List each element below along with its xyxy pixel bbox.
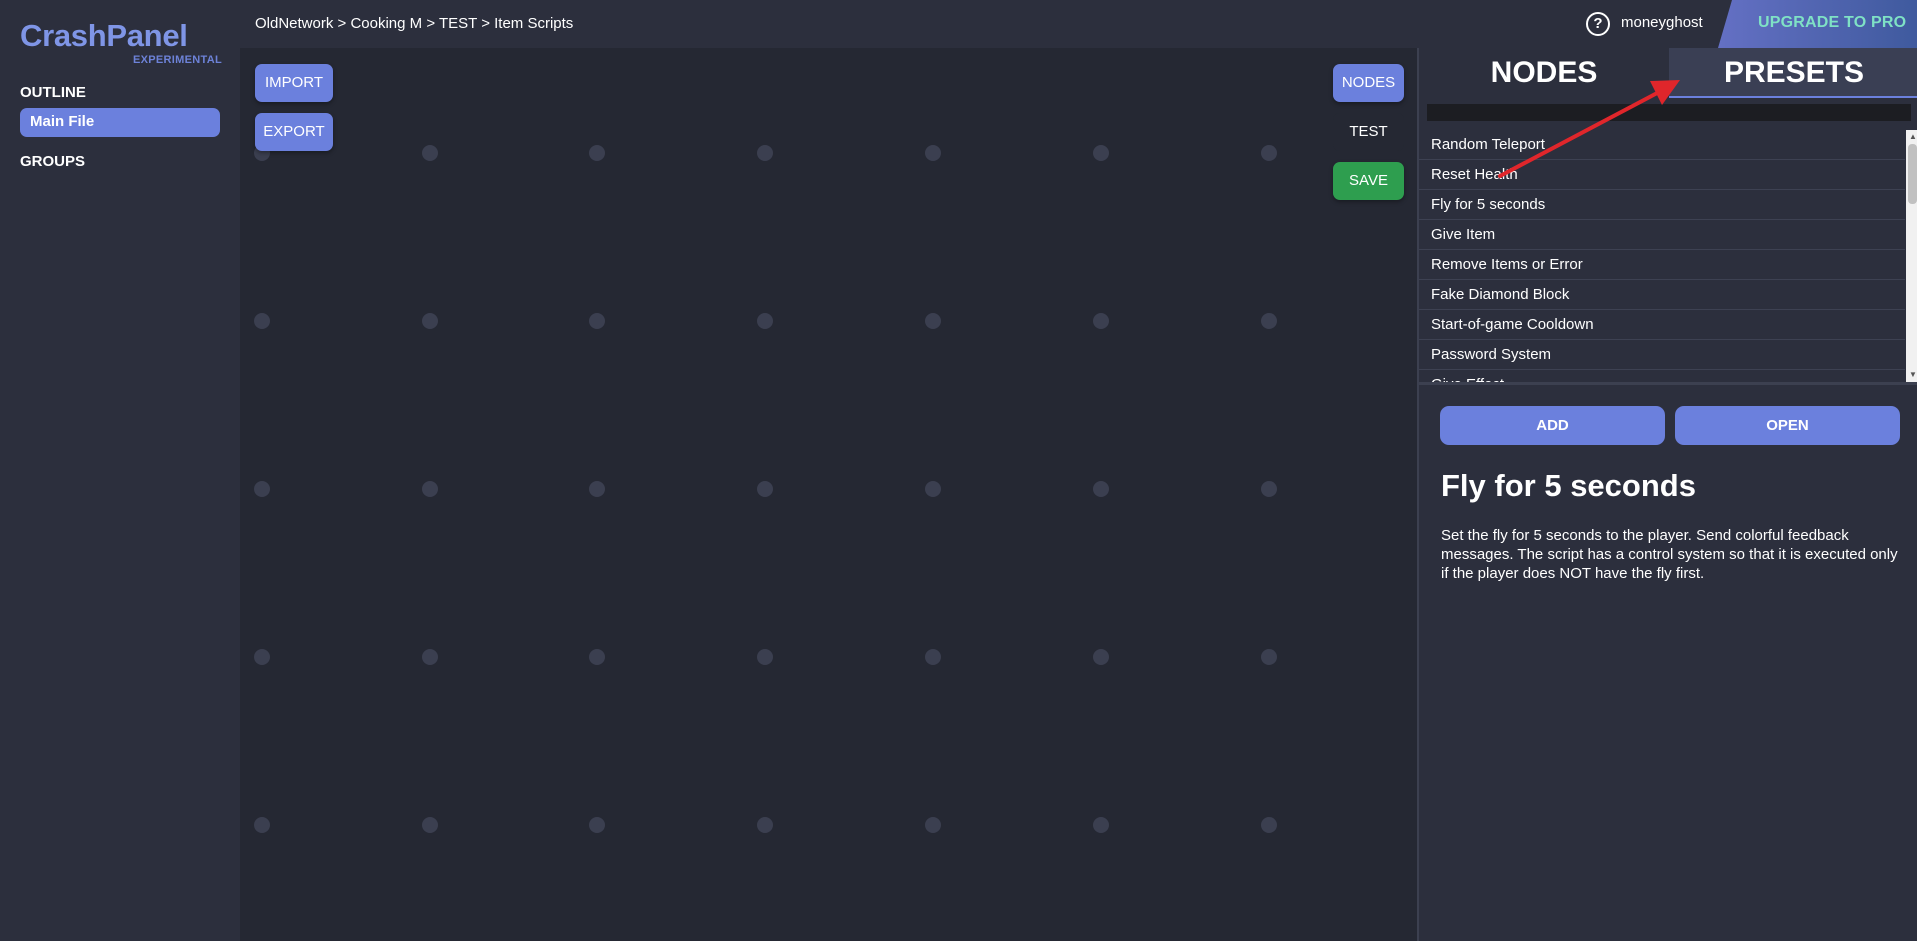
list-item[interactable]: Random Teleport [1419,130,1905,160]
list-item[interactable]: Remove Items or Error [1419,250,1905,280]
grid-dot [1261,313,1277,329]
grid-dot [1261,481,1277,497]
sidebar-item-main-file[interactable]: Main File [20,108,220,137]
help-icon[interactable]: ? [1586,12,1610,36]
app-logo[interactable]: CrashPanel [20,18,188,54]
preset-search-input[interactable] [1427,104,1911,121]
list-item[interactable]: Password System [1419,340,1905,370]
grid-dot [422,817,438,833]
grid-dot [589,145,605,161]
grid-dot [254,481,270,497]
preset-list-scrollbar[interactable]: ▲ ▼ [1906,130,1917,382]
grid-dot [1093,145,1109,161]
preset-title: Fly for 5 seconds [1441,468,1696,503]
export-button[interactable]: EXPORT [255,113,333,151]
upgrade-to-pro-button[interactable]: UPGRADE TO PRO [1718,0,1917,48]
test-button[interactable]: TEST [1333,113,1404,151]
scroll-up-arrow-icon[interactable]: ▲ [1909,132,1917,141]
grid-dot [254,649,270,665]
grid-dot [1093,313,1109,329]
add-button[interactable]: ADD [1440,406,1665,445]
list-item[interactable]: Fake Diamond Block [1419,280,1905,310]
scroll-thumb[interactable] [1908,144,1917,204]
sidebar: CrashPanel EXPERIMENTAL OUTLINE Main Fil… [0,0,240,941]
grid-dot [1093,817,1109,833]
grid-dot [422,481,438,497]
grid-dot [589,817,605,833]
experimental-badge: EXPERIMENTAL [133,54,222,66]
open-button[interactable]: OPEN [1675,406,1900,445]
list-item[interactable]: Give Item [1419,220,1905,250]
list-item[interactable]: Fly for 5 seconds [1419,190,1905,220]
grid-dot [757,481,773,497]
tab-presets[interactable]: PRESETS [1669,48,1917,98]
tab-nodes[interactable]: NODES [1419,48,1669,98]
node-canvas[interactable]: IMPORT EXPORT NODES TEST SAVE [240,48,1417,941]
grid-dot [1261,145,1277,161]
grid-dot [757,817,773,833]
list-item[interactable]: Start-of-game Cooldown [1419,310,1905,340]
grid-dot [1093,649,1109,665]
grid-dot [925,313,941,329]
save-button[interactable]: SAVE [1333,162,1404,200]
grid-dot [589,313,605,329]
grid-dot [925,817,941,833]
top-bar: OldNetwork > Cooking M > TEST > Item Scr… [240,0,1917,48]
right-panel: NODES PRESETS Random Teleport Reset Heal… [1417,48,1917,941]
grid-dot [589,649,605,665]
grid-dot [757,313,773,329]
grid-dot [925,145,941,161]
breadcrumb[interactable]: OldNetwork > Cooking M > TEST > Item Scr… [255,15,573,32]
grid-dot [1093,481,1109,497]
upgrade-label: UPGRADE TO PRO [1758,14,1907,31]
import-button[interactable]: IMPORT [255,64,333,102]
grid-dot [1261,649,1277,665]
outline-heading: OUTLINE [20,84,86,101]
grid-dot [254,817,270,833]
scroll-down-arrow-icon[interactable]: ▼ [1909,370,1917,379]
grid-dot [254,313,270,329]
grid-dot [422,313,438,329]
grid-dot [422,145,438,161]
username[interactable]: moneyghost [1621,14,1703,31]
nodes-button[interactable]: NODES [1333,64,1404,102]
groups-heading[interactable]: GROUPS [20,153,85,170]
grid-dot [925,481,941,497]
grid-dot [1261,817,1277,833]
grid-dot [757,145,773,161]
list-item[interactable]: Give Effect [1419,370,1905,382]
grid-dot [589,481,605,497]
grid-dot [757,649,773,665]
grid-dot [925,649,941,665]
panel-divider [1419,382,1917,385]
preset-list[interactable]: Random Teleport Reset Health Fly for 5 s… [1419,130,1917,382]
grid-dot [422,649,438,665]
preset-description: Set the fly for 5 seconds to the player.… [1441,527,1898,582]
list-item[interactable]: Reset Health [1419,160,1905,190]
